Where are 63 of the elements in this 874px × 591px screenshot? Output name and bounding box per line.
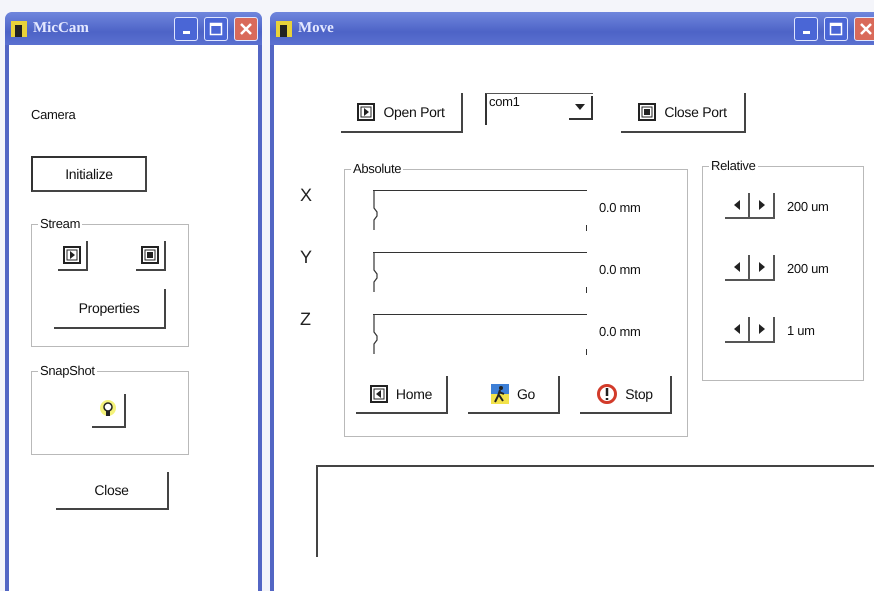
slider-thumb[interactable] [373, 252, 379, 292]
position-slider[interactable] [373, 252, 587, 293]
window-title: Move [298, 20, 335, 37]
position-slider[interactable] [373, 190, 587, 231]
group-title: Absolute [351, 161, 404, 176]
step-right-button[interactable] [750, 193, 775, 219]
properties-button[interactable]: Properties [54, 289, 166, 329]
port-dropdown[interactable]: com1 [485, 93, 593, 125]
position-reading: 0.0 mm [599, 262, 641, 277]
minimize-icon [182, 31, 190, 34]
position-reading: 0.0 mm [599, 324, 641, 339]
axis-label: Z [300, 309, 312, 331]
go-button[interactable]: Go [468, 376, 560, 414]
close-icon [239, 22, 253, 36]
dropdown-arrow-icon [575, 104, 585, 110]
play-icon [63, 246, 81, 264]
home-button[interactable]: Home [356, 376, 448, 414]
axis-label: Y [300, 247, 314, 269]
step-size: 200 um [787, 198, 829, 214]
step-size: 200 um [787, 260, 829, 276]
minimize-button[interactable] [174, 16, 198, 40]
window-title: MicCam [33, 20, 90, 37]
left-triangle-icon [734, 324, 740, 334]
left-triangle-icon [734, 200, 740, 210]
step-size: 1 um [787, 322, 815, 338]
app-icon [276, 20, 292, 36]
right-triangle-icon [758, 262, 764, 272]
group-title: SnapShot [38, 363, 97, 378]
close-button[interactable] [854, 16, 874, 40]
right-triangle-icon [758, 324, 764, 334]
open-port-button[interactable]: Open Port [341, 93, 463, 133]
step-right-button[interactable] [750, 255, 775, 281]
close-button[interactable] [234, 16, 258, 40]
no-entry-icon [597, 384, 618, 404]
right-triangle-icon [758, 200, 764, 210]
position-slider[interactable] [373, 314, 587, 355]
stop-button[interactable]: Stop [580, 376, 672, 414]
log-text-area[interactable] [316, 465, 874, 557]
close-dialog-button[interactable]: Close [56, 472, 169, 510]
left-triangle-icon [734, 262, 740, 272]
initialize-button[interactable]: Initialize [31, 156, 147, 192]
minimize-icon [802, 31, 810, 34]
position-reading: 0.0 mm [599, 200, 641, 215]
group-title: Relative [709, 158, 758, 173]
group-title: Stream [38, 216, 82, 231]
axis-label: X [300, 185, 314, 207]
maximize-icon [829, 22, 843, 36]
slider-thumb[interactable] [373, 190, 379, 230]
step-right-button[interactable] [750, 317, 775, 343]
play-icon [357, 103, 376, 121]
close-port-button[interactable]: Close Port [621, 93, 746, 133]
back-square-icon [370, 385, 388, 403]
close-icon [859, 22, 873, 36]
maximize-icon [209, 22, 223, 36]
stop-icon [638, 103, 656, 121]
camera-label: Camera [31, 107, 77, 122]
maximize-button[interactable] [824, 16, 848, 40]
minimize-button[interactable] [794, 16, 818, 40]
maximize-button[interactable] [204, 16, 228, 40]
stop-icon [141, 246, 159, 264]
slider-thumb[interactable] [373, 314, 379, 354]
app-icon [11, 20, 27, 36]
walking-man-icon [490, 384, 509, 404]
